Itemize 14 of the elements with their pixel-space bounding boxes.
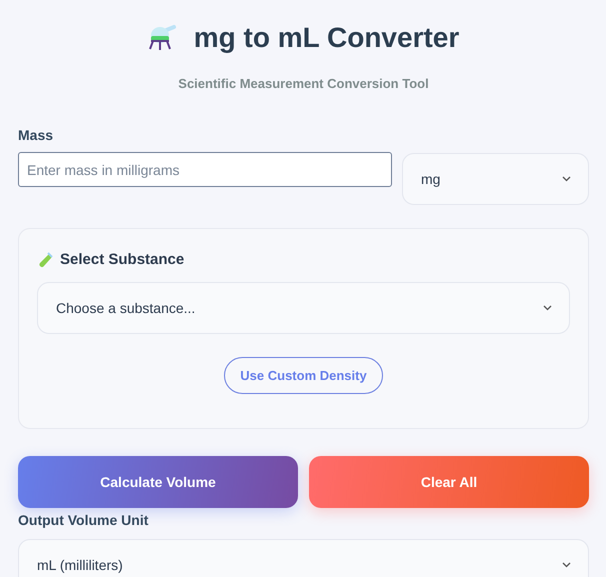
mass-input-field[interactable]: Enter mass in milligrams [18,152,392,187]
substance-dropdown[interactable]: Choose a substance... [37,282,570,334]
chevron-down-icon [562,562,571,568]
chevron-down-icon [562,176,571,182]
field-label: Output Volume Unit [18,512,150,528]
page-subtitle: Scientific Measurement Conversion Tool [178,76,429,91]
calculate-button[interactable]: Calculate Volume [18,456,298,508]
chevron-down-icon [543,305,552,311]
test-tube-icon [37,252,53,268]
unit-dropdown[interactable]: mg [402,153,589,205]
section-heading: Select Substance [60,251,184,268]
volume-unit-dropdown[interactable]: mL (milliliters) [18,539,589,577]
page-title: mg to mL Converter [194,22,460,54]
field-label: Mass [18,127,54,143]
